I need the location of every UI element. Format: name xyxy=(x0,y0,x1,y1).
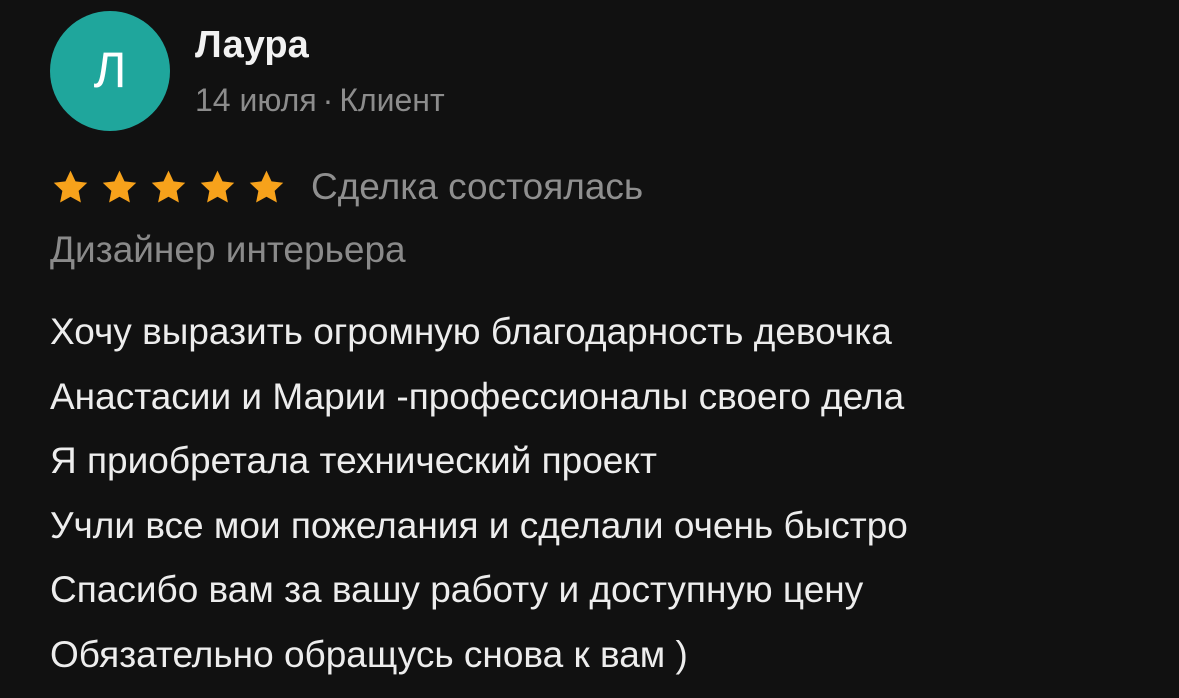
star-icon xyxy=(102,170,137,202)
avatar[interactable]: Л xyxy=(50,11,170,131)
review-text-line: Хочу выразить огромную благодарность дев… xyxy=(50,311,892,352)
star-icon xyxy=(151,170,186,202)
rating-row: Сделка состоялась xyxy=(50,163,643,211)
star-icon xyxy=(200,170,235,202)
review-meta: 14 июля · Клиент xyxy=(195,82,445,119)
review-card: Л Лаура 14 июля · Клиент Сделка состоялась… xyxy=(0,0,1179,698)
deal-status: Сделка состоялась xyxy=(311,166,644,207)
avatar-letter: Л xyxy=(93,42,127,98)
author-name[interactable]: Лаура xyxy=(195,24,309,67)
review-text-line: Учли все мои пожелания и сделали очень б… xyxy=(50,504,908,546)
review-text-line: Я приобретала технический проект xyxy=(50,440,657,481)
review-text-line: Обязательно обращусь снова к вам ) xyxy=(50,633,688,675)
review-text-line: Спасибо вам за вашу работу и доступную ц… xyxy=(50,569,864,610)
profession-label: Дизайнер интерьера xyxy=(50,229,406,270)
review-text: Хочу выразить огромную благодарность дев… xyxy=(50,300,1160,687)
star-rating xyxy=(50,168,287,207)
review-text-line: Анастасии и Марии -профессионалы своего … xyxy=(50,375,905,417)
review-date: 14 июля xyxy=(195,82,317,118)
author-role: Клиент xyxy=(339,82,445,118)
star-icon xyxy=(249,170,284,202)
meta-separator: · xyxy=(322,82,334,118)
star-icon xyxy=(53,170,88,202)
